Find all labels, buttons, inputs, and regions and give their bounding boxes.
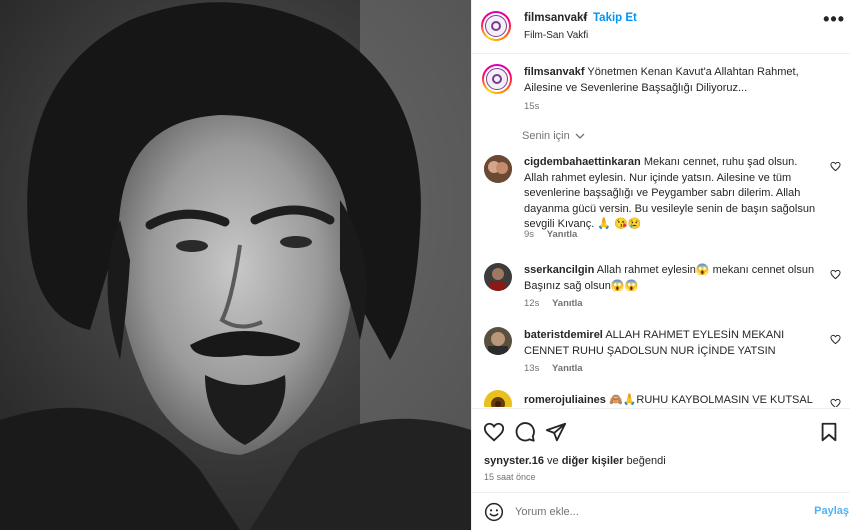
comment-row: romerojuliaines 🙈🙏RUHU KAYBOLMASIN VE KU…	[472, 390, 850, 407]
comment-text-block: bateristdemirel ALLAH RAHMET EYLESİN MEK…	[524, 328, 824, 359]
bookmark-icon[interactable]	[818, 421, 840, 443]
heart-icon[interactable]	[830, 269, 841, 280]
chevron-down-icon	[575, 133, 585, 140]
comment-meta: 13s Yanıtla	[524, 363, 583, 374]
smiley-icon[interactable]	[484, 502, 504, 522]
heart-icon[interactable]	[830, 398, 841, 407]
comment-filter[interactable]: Senin için	[522, 130, 585, 142]
post-actions: synyster.16 ve diğer kişiler beğendi 15 …	[472, 408, 850, 530]
comment-row: sserkancilgin Allah rahmet eylesin😱 meka…	[472, 259, 850, 319]
likes-connector: ve	[547, 455, 559, 467]
comments-list[interactable]: filmsanvakf Yönetmen Kenan Kavut'a Allah…	[472, 55, 850, 407]
heart-icon[interactable]	[483, 421, 505, 443]
comment-text: 🙈🙏RUHU KAYBOLMASIN VE KUTSAL	[608, 394, 813, 406]
likes-summary: synyster.16 ve diğer kişiler beğendi	[484, 455, 666, 467]
post-modal: filmsanvakf • Takip Et Film-San Vakfi ••…	[0, 0, 850, 530]
post-photo[interactable]	[0, 0, 471, 530]
comment-icon[interactable]	[514, 421, 536, 443]
commenter-avatar[interactable]	[484, 155, 512, 183]
heart-icon[interactable]	[830, 334, 841, 345]
commenter-avatar[interactable]	[484, 390, 512, 407]
reply-button[interactable]: Yanıtla	[547, 229, 578, 240]
caption-username[interactable]: filmsanvakf	[524, 66, 585, 78]
likes-suffix: beğendi	[626, 455, 666, 467]
author-avatar[interactable]	[481, 11, 511, 41]
commenter-avatar[interactable]	[484, 263, 512, 291]
caption-row: filmsanvakf Yönetmen Kenan Kavut'a Allah…	[472, 55, 850, 125]
other-likers-link[interactable]: diğer kişiler	[562, 455, 624, 467]
comment-text-block: sserkancilgin Allah rahmet eylesin😱 meka…	[524, 263, 824, 294]
caption-avatar[interactable]	[482, 64, 512, 94]
portrait-image	[0, 0, 471, 530]
comment-input[interactable]	[515, 503, 795, 521]
comment-username[interactable]: romerojuliaines	[524, 394, 606, 406]
caption-time[interactable]: 15s	[524, 101, 539, 112]
author-subtitle: Film-San Vakfi	[524, 30, 589, 41]
comment-text-block: romerojuliaines 🙈🙏RUHU KAYBOLMASIN VE KU…	[524, 393, 824, 407]
separator-dot: •	[583, 12, 587, 24]
caption-text-block: filmsanvakf Yönetmen Kenan Kavut'a Allah…	[524, 65, 824, 96]
comment-username[interactable]: cigdembahaettinkaran	[524, 156, 641, 168]
post-sidebar: filmsanvakf • Takip Et Film-San Vakfi ••…	[471, 0, 850, 530]
comment-meta: 9s Yanıtla	[524, 229, 577, 240]
heart-icon[interactable]	[830, 161, 841, 172]
post-timestamp[interactable]: 15 saat önce	[484, 472, 536, 482]
comment-time[interactable]: 12s	[524, 298, 539, 309]
comment-time[interactable]: 13s	[524, 363, 539, 374]
comment-meta: 12s Yanıtla	[524, 298, 583, 309]
comment-username[interactable]: bateristdemirel	[524, 329, 603, 341]
comment-time[interactable]: 9s	[524, 229, 534, 240]
post-comment-button[interactable]: Paylaş	[814, 505, 849, 517]
reply-button[interactable]: Yanıtla	[552, 363, 583, 374]
liker-username[interactable]: synyster.16	[484, 455, 544, 467]
send-icon[interactable]	[545, 421, 567, 443]
more-horizontal-icon[interactable]: •••	[823, 10, 845, 28]
follow-button[interactable]: Takip Et	[593, 12, 637, 24]
comment-filter-label: Senin için	[522, 130, 570, 142]
add-comment-bar: Paylaş	[472, 492, 850, 530]
comment-row: bateristdemirel ALLAH RAHMET EYLESİN MEK…	[472, 325, 850, 385]
comment-row: cigdembahaettinkaran Mekanı cennet, ruhu…	[472, 151, 850, 251]
comment-username[interactable]: sserkancilgin	[524, 264, 594, 276]
post-header: filmsanvakf • Takip Et Film-San Vakfi ••…	[472, 0, 850, 54]
author-username[interactable]: filmsanvakf	[524, 12, 587, 24]
commenter-avatar[interactable]	[484, 327, 512, 355]
reply-button[interactable]: Yanıtla	[552, 298, 583, 309]
comment-text-block: cigdembahaettinkaran Mekanı cennet, ruhu…	[524, 155, 824, 233]
